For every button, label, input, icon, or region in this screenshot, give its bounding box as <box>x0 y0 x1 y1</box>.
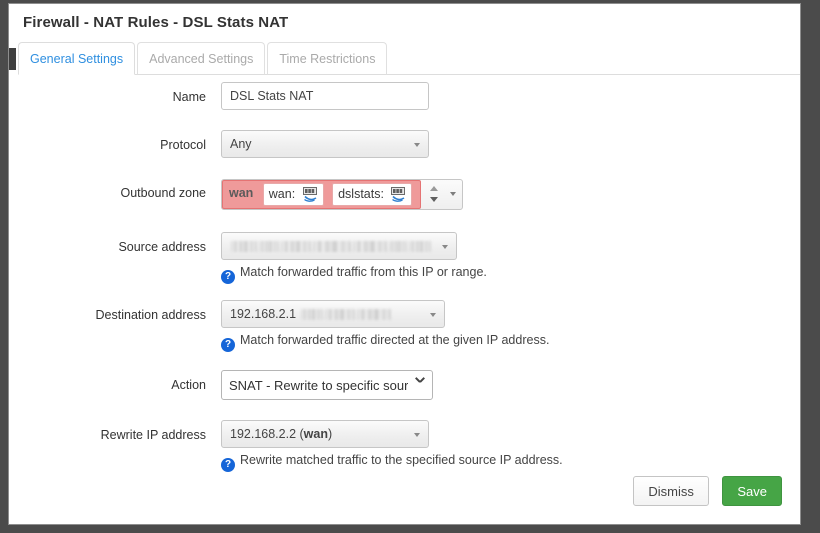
rewrite-ip-hint: ? Rewrite matched traffic to the specifie… <box>221 452 563 472</box>
source-address-hint: ? Match forwarded traffic from this IP or… <box>221 264 487 284</box>
destination-address-value-redacted <box>300 307 392 321</box>
rewrite-ip-select[interactable]: 192.168.2.2 (wan) <box>221 420 429 448</box>
zone-chip-label: wan: <box>268 187 296 201</box>
field-row-destination-address: Destination address 192.168.2.1 <box>9 300 800 330</box>
spinner-down-icon[interactable] <box>429 197 438 202</box>
rewrite-ip-value-suffix: ) <box>327 427 333 441</box>
destination-address-select[interactable]: 192.168.2.1 <box>221 300 445 328</box>
tab-label: Advanced Settings <box>149 52 254 66</box>
field-row-source-address: Source address <box>9 232 800 262</box>
outbound-zone-token-area[interactable]: wan wan: dslstats: <box>222 180 422 209</box>
rewrite-ip-label: Rewrite IP address <box>100 428 206 442</box>
page-title: Firewall - NAT Rules - DSL Stats NAT <box>23 14 289 31</box>
source-address-value-redacted <box>230 239 432 253</box>
zone-spinner[interactable] <box>426 180 442 209</box>
chevron-down-icon <box>442 245 448 249</box>
dialog-footer: Dismiss Save <box>633 476 782 506</box>
outbound-zone-widget[interactable]: wan wan: dslstats: <box>221 179 464 210</box>
field-row-rewrite-ip: Rewrite IP address 192.168.2.2 (wan) <box>9 420 800 450</box>
action-select[interactable]: SNAT - Rewrite to specific source IP <box>221 370 433 400</box>
network-interface-icon <box>302 187 319 202</box>
zone-chip-wan[interactable]: wan: <box>262 183 324 206</box>
name-input[interactable] <box>221 82 429 110</box>
protocol-label: Protocol <box>160 138 206 152</box>
chevron-down-icon <box>430 313 436 317</box>
source-address-label: Source address <box>118 240 206 254</box>
protocol-select[interactable]: Any <box>221 130 429 158</box>
tab-underline <box>18 74 800 75</box>
rewrite-ip-hint-text: Rewrite matched traffic to the specified… <box>240 453 563 467</box>
spinner-up-icon[interactable] <box>429 186 438 191</box>
help-icon[interactable]: ? <box>221 338 235 352</box>
help-icon[interactable]: ? <box>221 270 235 284</box>
tabstrip: General Settings Advanced Settings Time … <box>18 42 800 75</box>
destination-address-hint: ? Match forwarded traffic directed at the… <box>221 332 549 352</box>
help-icon[interactable]: ? <box>221 458 235 472</box>
source-address-hint-text: Match forwarded traffic from this IP or … <box>240 265 487 279</box>
tab-general-settings[interactable]: General Settings <box>18 42 136 75</box>
destination-address-label: Destination address <box>95 308 206 322</box>
left-scroll-gutter <box>9 48 16 70</box>
zone-dropdown-toggle[interactable] <box>446 180 462 209</box>
save-button[interactable]: Save <box>722 476 782 506</box>
chevron-down-icon <box>450 192 457 196</box>
field-row-protocol: Protocol Any <box>9 130 800 160</box>
chevron-down-icon <box>414 433 420 437</box>
tab-label: Time Restrictions <box>279 52 376 66</box>
outbound-zone-label: Outbound zone <box>120 186 207 200</box>
destination-address-value: 192.168.2.1 <box>230 307 297 321</box>
zone-chip-dslstats[interactable]: dslstats: <box>332 183 413 206</box>
field-row-action: Action SNAT - Rewrite to specific source… <box>9 370 800 400</box>
source-address-select[interactable] <box>221 232 457 260</box>
network-interface-icon <box>390 187 407 202</box>
dialog-window: Firewall - NAT Rules - DSL Stats NAT Gen… <box>8 3 801 525</box>
destination-address-hint-text: Match forwarded traffic directed at the … <box>240 333 550 347</box>
name-label: Name <box>172 90 206 104</box>
chevron-down-icon <box>414 143 420 147</box>
rewrite-ip-value-zone: wan <box>303 427 328 441</box>
tab-label: General Settings <box>30 52 124 66</box>
zone-chip-label: dslstats: <box>338 187 384 201</box>
zone-name-label: wan <box>229 186 254 200</box>
protocol-value: Any <box>230 137 252 151</box>
field-row-outbound-zone: Outbound zone wan wan: dslstats: <box>9 178 800 210</box>
action-label: Action <box>171 378 206 392</box>
field-row-name: Name <box>9 82 800 112</box>
tab-advanced-settings[interactable]: Advanced Settings <box>137 42 266 75</box>
dismiss-button[interactable]: Dismiss <box>633 476 709 506</box>
tab-time-restrictions[interactable]: Time Restrictions <box>267 42 388 75</box>
rewrite-ip-value-prefix: 192.168.2.2 ( <box>230 427 304 441</box>
